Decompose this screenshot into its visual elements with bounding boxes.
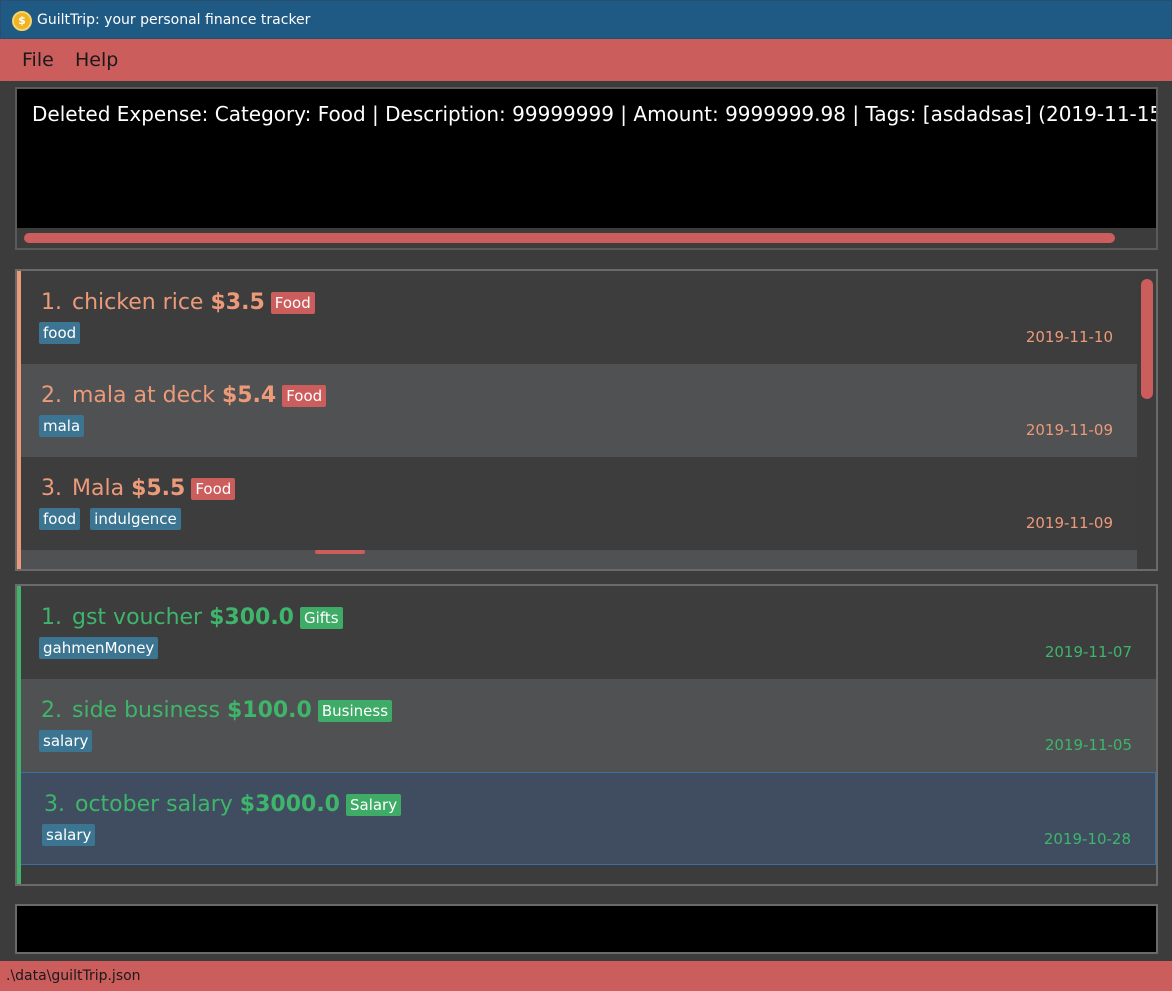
income-date: 2019-11-05: [1044, 736, 1132, 754]
income-index: 3.: [44, 792, 65, 817]
expense-date: 2019-11-09: [1025, 421, 1113, 439]
expense-description: mala at deck: [72, 383, 215, 408]
income-index: 2.: [41, 698, 62, 723]
expense-description: Mala: [72, 476, 125, 501]
expense-category-badge: Food: [282, 384, 327, 407]
income-amount: $100.0: [226, 698, 312, 723]
tag-label: food: [39, 508, 81, 530]
expense-date: 2019-11-09: [1025, 514, 1113, 532]
expense-description: chicken rice: [72, 290, 204, 315]
title-bar: $ GuiltTrip: your personal finance track…: [0, 0, 1172, 39]
expense-list-accent: [17, 271, 21, 569]
expense-index: 3.: [41, 476, 62, 501]
expense-title: 1. chicken rice $3.5 Food: [41, 290, 315, 315]
income-category-badge: Salary: [345, 793, 402, 816]
vertical-scrollbar-thumb[interactable]: [1141, 279, 1153, 399]
result-display: Deleted Expense: Category: Food | Descri…: [15, 87, 1158, 250]
income-title: 3. october salary $3000.0 Salary: [44, 792, 402, 817]
expense-card-partial[interactable]: [17, 550, 1137, 569]
coin-icon: $: [12, 11, 32, 31]
status-bar: .\data\guiltTrip.json: [0, 961, 1172, 991]
income-list-accent: [17, 586, 21, 884]
income-title: 2. side business $100.0 Business: [41, 698, 393, 723]
expense-category-badge-partial: [315, 550, 365, 554]
expense-amount: $5.4: [221, 383, 277, 408]
income-description: gst voucher: [72, 605, 203, 630]
command-input[interactable]: [15, 904, 1158, 954]
income-date: 2019-11-07: [1044, 643, 1132, 661]
save-location: .\data\guiltTrip.json: [6, 968, 141, 984]
income-description: side business: [72, 698, 220, 723]
tag-label: food: [39, 322, 81, 344]
expense-card[interactable]: 3. Mala $5.5 Food food indulgence 2019-11-09: [17, 457, 1137, 550]
menu-bar: File Help: [0, 39, 1172, 81]
income-tags: gahmenMoney: [39, 637, 168, 659]
horizontal-scrollbar[interactable]: [17, 228, 1156, 248]
expense-amount: $5.5: [131, 476, 186, 501]
menu-help[interactable]: Help: [75, 49, 118, 71]
income-date: 2019-10-28: [1043, 830, 1131, 848]
income-tags: salary: [39, 730, 102, 752]
tag-label: salary: [42, 824, 96, 846]
tag-label: salary: [39, 730, 93, 752]
expense-amount: $3.5: [210, 290, 265, 315]
income-amount: $3000.0: [239, 792, 340, 817]
expense-card[interactable]: 1. chicken rice $3.5 Food food 2019-11-10: [17, 271, 1137, 364]
expense-index: 1.: [41, 290, 62, 315]
income-card[interactable]: 3. october salary $3000.0 Salary salary 2019-…: [19, 772, 1156, 865]
income-tags: salary: [42, 824, 105, 846]
expense-list[interactable]: 1. chicken rice $3.5 Food food 2019-11-10 2. ma…: [15, 269, 1158, 571]
income-card[interactable]: 1. gst voucher $300.0 Gifts gahmenMoney 2019-…: [17, 586, 1156, 679]
expense-title: 3. Mala $5.5 Food: [41, 476, 236, 501]
menu-file[interactable]: File: [22, 49, 54, 71]
expense-card[interactable]: 2. mala at deck $5.4 Food mala 2019-11-09: [17, 364, 1137, 457]
tag-label: indulgence: [90, 508, 181, 530]
expense-index: 2.: [41, 383, 62, 408]
income-index: 1.: [41, 605, 62, 630]
expense-tags: food indulgence: [39, 508, 191, 530]
expense-title: 2. mala at deck $5.4 Food: [41, 383, 327, 408]
expense-category-badge: Food: [270, 291, 315, 314]
income-category-badge: Gifts: [300, 606, 343, 629]
tag-label: mala: [39, 415, 85, 437]
window-title: GuiltTrip: your personal finance tracker: [37, 12, 311, 28]
horizontal-scrollbar-thumb[interactable]: [24, 233, 1115, 243]
income-amount: $300.0: [209, 605, 294, 630]
expense-date: 2019-11-10: [1025, 328, 1113, 346]
income-list[interactable]: 1. gst voucher $300.0 Gifts gahmenMoney 2019-…: [15, 584, 1158, 886]
expense-category-badge: Food: [191, 477, 236, 500]
income-description: october salary: [75, 792, 233, 817]
income-title: 1. gst voucher $300.0 Gifts: [41, 605, 343, 630]
result-message: Deleted Expense: Category: Food | Descri…: [32, 102, 1158, 126]
income-category-badge: Business: [317, 699, 393, 722]
income-card[interactable]: 2. side business $100.0 Business salary 2019-…: [17, 679, 1156, 772]
expense-tags: mala: [39, 415, 94, 437]
tag-label: gahmenMoney: [39, 637, 159, 659]
expense-tags: food: [39, 322, 90, 344]
